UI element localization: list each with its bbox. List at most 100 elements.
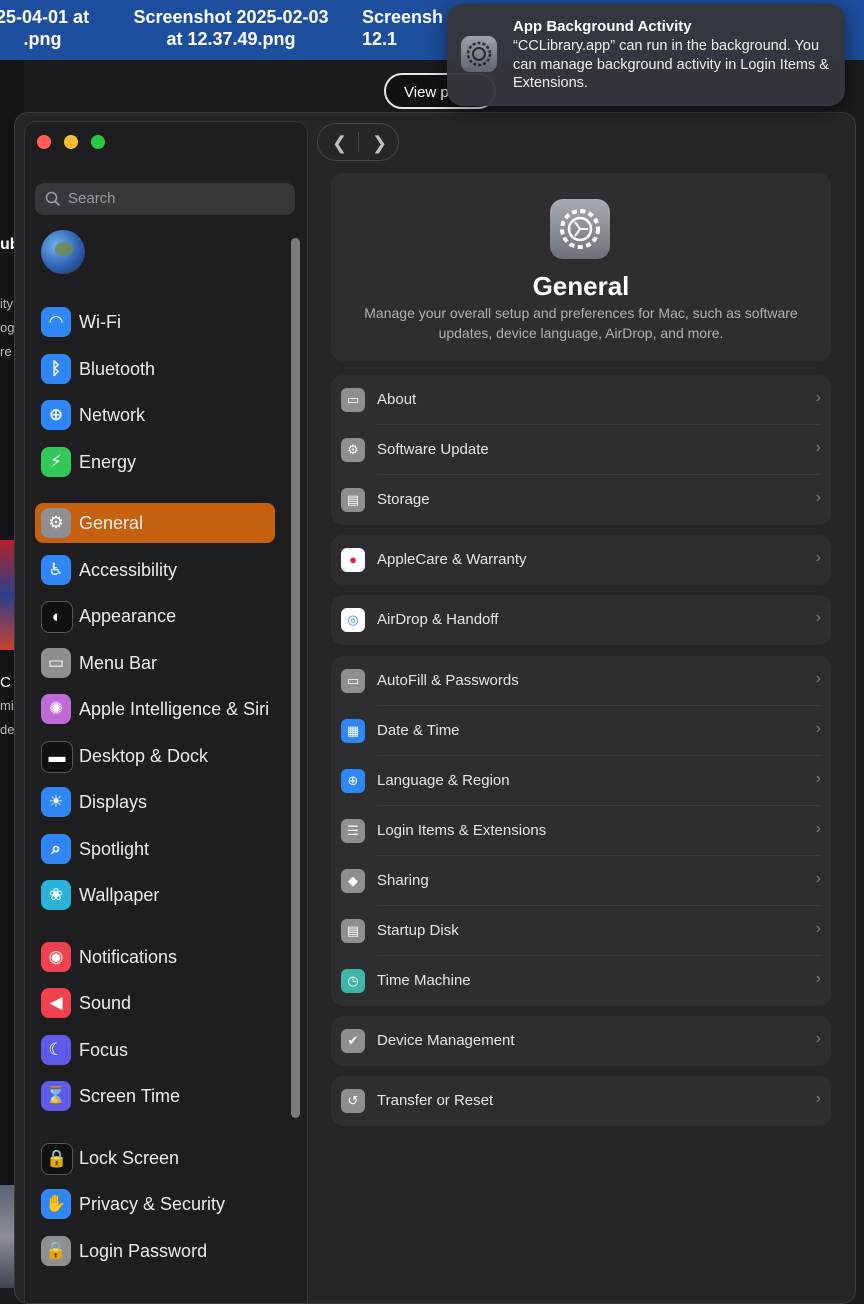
zoom-button[interactable]: [91, 135, 105, 149]
lock-icon: 🔒: [41, 1236, 71, 1266]
software-update-icon: ⚙: [341, 438, 365, 462]
globe-icon: ⊕: [41, 400, 71, 430]
sidebar-item-privacy-security[interactable]: ✋ Privacy & Security: [35, 1184, 275, 1224]
settings-row-label: Storage: [377, 491, 430, 508]
settings-row-label: Language & Region: [377, 772, 510, 789]
settings-row-applecare-warranty[interactable]: ● AppleCare & Warranty ›: [331, 535, 831, 585]
settings-row-autofill-passwords[interactable]: ▭ AutoFill & Passwords ›: [331, 656, 831, 706]
sidebar-scrollbar[interactable]: [291, 238, 300, 1118]
siri-icon: ✺: [41, 694, 71, 724]
sidebar-item-desktop-dock[interactable]: ▬ Desktop & Dock: [35, 736, 275, 776]
sidebar-item-label: Screen Time: [79, 1086, 181, 1106]
minimize-button[interactable]: [64, 135, 78, 149]
sharing-icon: ◆: [341, 869, 365, 893]
settings-row-label: Login Items & Extensions: [377, 822, 547, 839]
sidebar-item-energy[interactable]: ⚡ Energy: [35, 442, 275, 482]
sidebar-item-apple-intelligence-siri[interactable]: ✺ Apple Intelligence & Siri: [35, 689, 275, 729]
background-thumbnail: [0, 1185, 14, 1288]
settings-row-label: About: [377, 391, 417, 408]
settings-row-label: Time Machine: [377, 972, 471, 989]
avatar[interactable]: [41, 230, 85, 274]
bluetooth-icon: ᛒ: [41, 354, 71, 384]
sidebar-item-menu-bar[interactable]: ▭ Menu Bar: [35, 643, 275, 683]
sidebar-item-lock-screen[interactable]: 🔒 Lock Screen: [35, 1138, 275, 1178]
sidebar-item-bluetooth[interactable]: ᛒ Bluetooth: [35, 349, 275, 389]
settings-row-label: Transfer or Reset: [377, 1092, 494, 1109]
sidebar-item-network[interactable]: ⊕ Network: [35, 395, 275, 435]
gear-icon: [550, 199, 610, 259]
gear-icon: [461, 36, 497, 72]
search-placeholder: Search: [68, 190, 116, 207]
settings-row-airdrop-handoff[interactable]: ◎ AirDrop & Handoff ›: [331, 595, 831, 645]
sidebar-item-general[interactable]: ⚙ General: [35, 503, 275, 543]
sidebar-item-focus[interactable]: ☾ Focus: [35, 1030, 275, 1070]
settings-row-label: AirDrop & Handoff: [377, 611, 499, 628]
settings-group: ◎ AirDrop & Handoff ›: [331, 595, 831, 645]
notification-banner[interactable]: App Background Activity “CCLibrary.app” …: [447, 4, 845, 106]
chevron-right-icon: ›: [815, 1030, 821, 1047]
chevron-right-icon: ›: [815, 870, 821, 887]
sidebar-item-wallpaper[interactable]: ❀ Wallpaper: [35, 875, 275, 915]
sidebar-item-accessibility[interactable]: ♿ Accessibility: [35, 550, 275, 590]
settings-row-label: AppleCare & Warranty: [377, 551, 527, 568]
settings-row-storage[interactable]: ▤ Storage ›: [331, 475, 831, 525]
sidebar-item-label: Apple Intelligence & Siri: [79, 699, 270, 719]
hand-icon: ✋: [41, 1189, 71, 1219]
settings-row-login-items-extensions[interactable]: ☰ Login Items & Extensions ›: [331, 806, 831, 856]
wifi-icon: ◠: [41, 307, 71, 337]
accessibility-icon: ♿: [41, 555, 71, 585]
sidebar-item-sound[interactable]: ◀ Sound: [35, 983, 275, 1023]
search-field[interactable]: Search: [35, 183, 295, 215]
sidebar-item-notifications[interactable]: ◉ Notifications: [35, 937, 275, 977]
sidebar-item-login-password[interactable]: 🔒 Login Password: [35, 1231, 275, 1271]
settings-row-transfer-or-reset[interactable]: ↺ Transfer or Reset ›: [331, 1076, 831, 1126]
background-file-name[interactable]: 25-04-01 at .png: [0, 6, 89, 50]
settings-row-label: Date & Time: [377, 722, 460, 739]
background-file-name[interactable]: Screenshot 2025-02-03 at 12.37.49.png: [118, 6, 344, 50]
sidebar-item-screen-time[interactable]: ⌛ Screen Time: [35, 1076, 275, 1116]
applecare-icon: ●: [341, 548, 365, 572]
focus-icon: ☾: [41, 1035, 71, 1065]
chevron-right-icon: ›: [815, 970, 821, 987]
sidebar-item-appearance[interactable]: ◐ Appearance: [35, 596, 275, 636]
sidebar-item-wi-fi[interactable]: ◠ Wi-Fi: [35, 302, 275, 342]
settings-row-software-update[interactable]: ⚙ Software Update ›: [331, 425, 831, 475]
chevron-right-icon: ›: [815, 439, 821, 456]
lock-screen-icon: 🔒: [41, 1143, 73, 1175]
settings-row-startup-disk[interactable]: ▤ Startup Disk ›: [331, 906, 831, 956]
page-description: Manage your overall setup and preference…: [364, 305, 798, 341]
settings-row-language-region[interactable]: ⊕ Language & Region ›: [331, 756, 831, 806]
back-arrow-icon[interactable]: ❮: [332, 133, 347, 154]
device-management-icon: ✔: [341, 1029, 365, 1053]
sidebar-item-label: Notifications: [79, 947, 178, 967]
chevron-right-icon: ›: [815, 770, 821, 787]
chevron-right-icon: ›: [815, 549, 821, 566]
about-icon: ▭: [341, 388, 365, 412]
bolt-icon: ⚡: [41, 447, 71, 477]
sidebar-item-label: Network: [79, 405, 146, 425]
dock-icon: ▬: [41, 741, 73, 773]
background-text: re: [0, 344, 12, 359]
settings-row-sharing[interactable]: ◆ Sharing ›: [331, 856, 831, 906]
airdrop-icon: ◎: [341, 608, 365, 632]
close-button[interactable]: [37, 135, 51, 149]
settings-row-time-machine[interactable]: ◷ Time Machine ›: [331, 956, 831, 1006]
globe-icon: ⊕: [341, 769, 365, 793]
time-machine-icon: ◷: [341, 969, 365, 993]
chevron-right-icon: ›: [815, 489, 821, 506]
forward-arrow-icon[interactable]: ❯: [372, 133, 387, 154]
chevron-right-icon: ›: [815, 820, 821, 837]
sidebar-item-label: Focus: [79, 1040, 129, 1060]
chevron-right-icon: ›: [815, 720, 821, 737]
chevron-right-icon: ›: [815, 1090, 821, 1107]
settings-row-device-management[interactable]: ✔ Device Management ›: [331, 1016, 831, 1066]
settings-row-about[interactable]: ▭ About ›: [331, 375, 831, 425]
settings-group: ▭ AutoFill & Passwords › ▦ Date & Time › ⊕ Lang…: [331, 656, 831, 1006]
hourglass-icon: ⌛: [41, 1081, 71, 1111]
calendar-icon: ▦: [341, 719, 365, 743]
sidebar-item-displays[interactable]: ☀ Displays: [35, 782, 275, 822]
settings-row-date-time[interactable]: ▦ Date & Time ›: [331, 706, 831, 756]
settings-group: ✔ Device Management ›: [331, 1016, 831, 1066]
sidebar-item-label: Spotlight: [79, 839, 150, 859]
sidebar-item-spotlight[interactable]: ⌕ Spotlight: [35, 829, 275, 869]
